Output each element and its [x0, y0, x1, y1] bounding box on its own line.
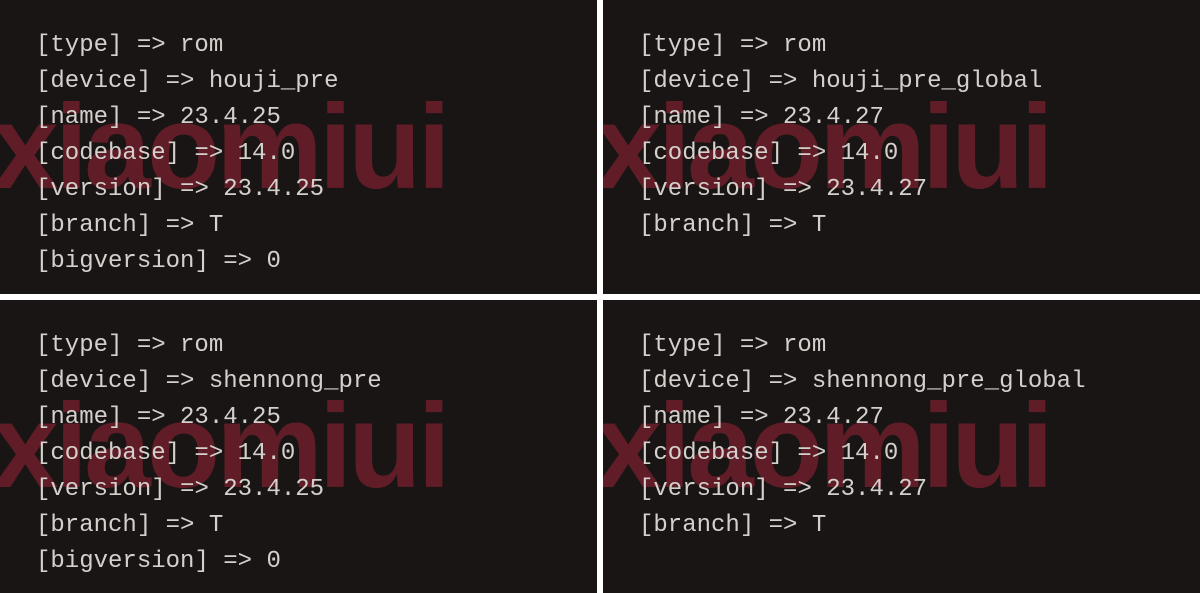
entry-value: 0: [266, 248, 280, 275]
entry-value: T: [209, 212, 223, 239]
terminal-line: [version] => 23.4.27: [639, 472, 1164, 508]
terminal-line: [device] => houji_pre_global: [639, 64, 1164, 100]
entry-value: 23.4.25: [223, 176, 324, 203]
entry-key: version: [50, 176, 151, 203]
terminal-line: [name] => 23.4.25: [36, 100, 561, 136]
entry-key: name: [653, 404, 711, 431]
entry-key: device: [653, 368, 739, 395]
entry-key: name: [50, 404, 108, 431]
entry-key: type: [653, 332, 711, 359]
entry-value: 14.0: [238, 140, 296, 167]
entry-value: rom: [180, 332, 223, 359]
entry-key: version: [653, 176, 754, 203]
entry-key: codebase: [50, 140, 165, 167]
terminal-line: [version] => 23.4.27: [639, 172, 1164, 208]
entry-key: type: [50, 32, 108, 59]
terminal-lines-0: [type] => rom[device] => houji_pre[name]…: [36, 28, 561, 280]
terminal-line: [branch] => T: [36, 508, 561, 544]
entry-value: houji_pre: [209, 68, 339, 95]
terminal-line: [type] => rom: [36, 28, 561, 64]
entry-value: 14.0: [841, 140, 899, 167]
entry-value: T: [812, 212, 826, 239]
terminal-line: [device] => shennong_pre: [36, 364, 561, 400]
terminal-line: [branch] => T: [639, 508, 1164, 544]
terminal-line: [codebase] => 14.0: [36, 436, 561, 472]
terminal-line: [device] => houji_pre: [36, 64, 561, 100]
entry-value: T: [812, 512, 826, 539]
entry-key: device: [50, 68, 136, 95]
terminal-line: [type] => rom: [639, 28, 1164, 64]
entry-value: 23.4.27: [826, 176, 927, 203]
entry-key: codebase: [50, 440, 165, 467]
entry-value: 23.4.25: [180, 104, 281, 131]
entry-key: branch: [653, 212, 739, 239]
entry-key: type: [50, 332, 108, 359]
terminal-line: [type] => rom: [639, 328, 1164, 364]
entry-value: 14.0: [841, 440, 899, 467]
terminal-lines-1: [type] => rom[device] => houji_pre_globa…: [639, 28, 1164, 244]
entry-key: bigversion: [50, 248, 194, 275]
terminal-line: [branch] => T: [36, 208, 561, 244]
entry-key: version: [653, 476, 754, 503]
terminal-lines-3: [type] => rom[device] => shennong_pre_gl…: [639, 328, 1164, 544]
terminal-panel-1: xiaomiui [type] => rom[device] => houji_…: [603, 0, 1200, 294]
entry-key: bigversion: [50, 548, 194, 575]
entry-value: 23.4.25: [223, 476, 324, 503]
entry-value: rom: [180, 32, 223, 59]
terminal-line: [codebase] => 14.0: [639, 136, 1164, 172]
terminal-lines-2: [type] => rom[device] => shennong_pre[na…: [36, 328, 561, 580]
entry-key: branch: [50, 512, 136, 539]
entry-key: device: [50, 368, 136, 395]
terminal-line: [version] => 23.4.25: [36, 472, 561, 508]
terminal-line: [bigversion] => 0: [36, 244, 561, 280]
entry-key: codebase: [653, 440, 768, 467]
entry-key: type: [653, 32, 711, 59]
entry-value: T: [209, 512, 223, 539]
entry-value: 14.0: [238, 440, 296, 467]
entry-key: name: [653, 104, 711, 131]
entry-value: 0: [266, 548, 280, 575]
entry-value: rom: [783, 332, 826, 359]
entry-value: 23.4.27: [783, 404, 884, 431]
terminal-panel-2: xiaomiui [type] => rom[device] => shenno…: [0, 300, 597, 593]
terminal-line: [name] => 23.4.27: [639, 400, 1164, 436]
entry-key: branch: [653, 512, 739, 539]
terminal-line: [name] => 23.4.27: [639, 100, 1164, 136]
entry-value: 23.4.27: [783, 104, 884, 131]
entry-value: rom: [783, 32, 826, 59]
entry-key: device: [653, 68, 739, 95]
entry-value: 23.4.25: [180, 404, 281, 431]
entry-key: version: [50, 476, 151, 503]
entry-value: shennong_pre: [209, 368, 382, 395]
terminal-panel-0: xiaomiui [type] => rom[device] => houji_…: [0, 0, 597, 294]
terminal-line: [type] => rom: [36, 328, 561, 364]
terminal-line: [device] => shennong_pre_global: [639, 364, 1164, 400]
entry-key: name: [50, 104, 108, 131]
terminal-line: [codebase] => 14.0: [639, 436, 1164, 472]
terminal-line: [codebase] => 14.0: [36, 136, 561, 172]
terminal-line: [name] => 23.4.25: [36, 400, 561, 436]
entry-key: branch: [50, 212, 136, 239]
terminal-line: [branch] => T: [639, 208, 1164, 244]
entry-key: codebase: [653, 140, 768, 167]
entry-value: houji_pre_global: [812, 68, 1042, 95]
entry-value: shennong_pre_global: [812, 368, 1086, 395]
terminal-line: [bigversion] => 0: [36, 544, 561, 580]
terminal-line: [version] => 23.4.25: [36, 172, 561, 208]
terminal-panel-3: xiaomiui [type] => rom[device] => shenno…: [603, 300, 1200, 593]
entry-value: 23.4.27: [826, 476, 927, 503]
